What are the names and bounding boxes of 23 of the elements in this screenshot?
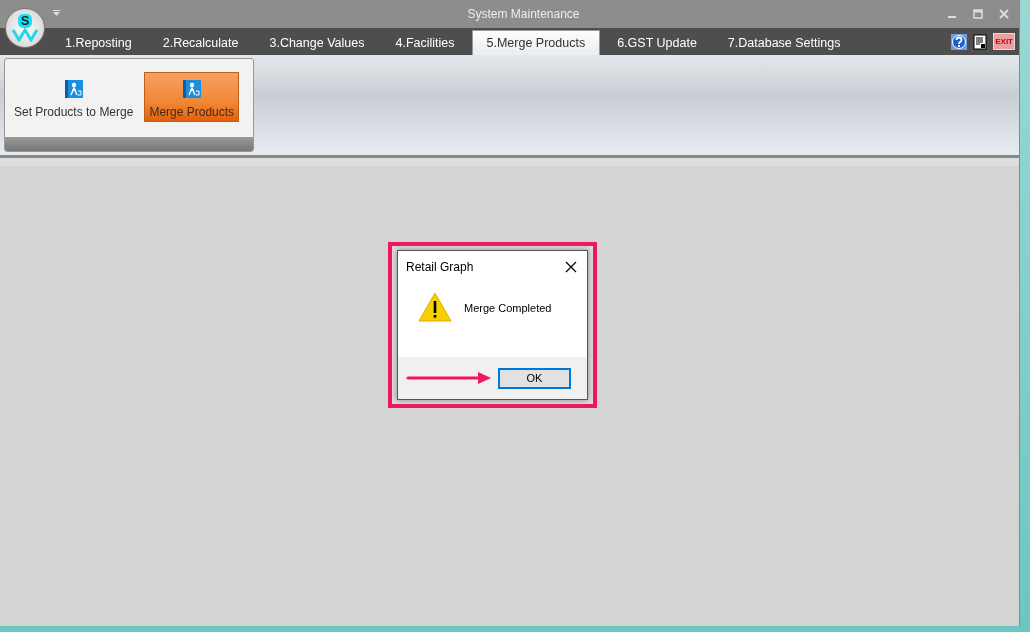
ribbon-button[interactable]: Merge Products [144, 72, 240, 122]
tab[interactable]: 4.Facilities [381, 31, 469, 55]
warning-icon [418, 292, 452, 322]
people-icon [11, 28, 39, 42]
tab[interactable]: 7.Database Settings [713, 31, 855, 55]
dropdown-icon[interactable] [52, 10, 61, 17]
app-logo[interactable]: S [5, 8, 45, 48]
document-icon[interactable] [973, 33, 988, 50]
help-icon[interactable] [951, 33, 968, 50]
tab[interactable]: 5.Merge Products [471, 30, 601, 55]
dialog-title: Retail Graph [406, 260, 474, 274]
tab[interactable]: 6.GST Update [603, 31, 711, 55]
dialog-message: Merge Completed [464, 302, 552, 314]
ribbon-button[interactable]: Set Products to Merge [9, 72, 139, 122]
close-icon[interactable] [565, 261, 577, 273]
maximize-icon[interactable] [973, 9, 983, 19]
person-book-icon [181, 79, 202, 99]
ok-button[interactable]: OK [498, 367, 571, 389]
tab[interactable]: 1.Reposting [51, 31, 146, 55]
window-title: System Maintenance [467, 7, 580, 21]
person-book-icon [63, 79, 84, 99]
tab[interactable]: 3.Change Values [255, 31, 379, 55]
tab[interactable]: 2.Recalculate [148, 31, 253, 55]
